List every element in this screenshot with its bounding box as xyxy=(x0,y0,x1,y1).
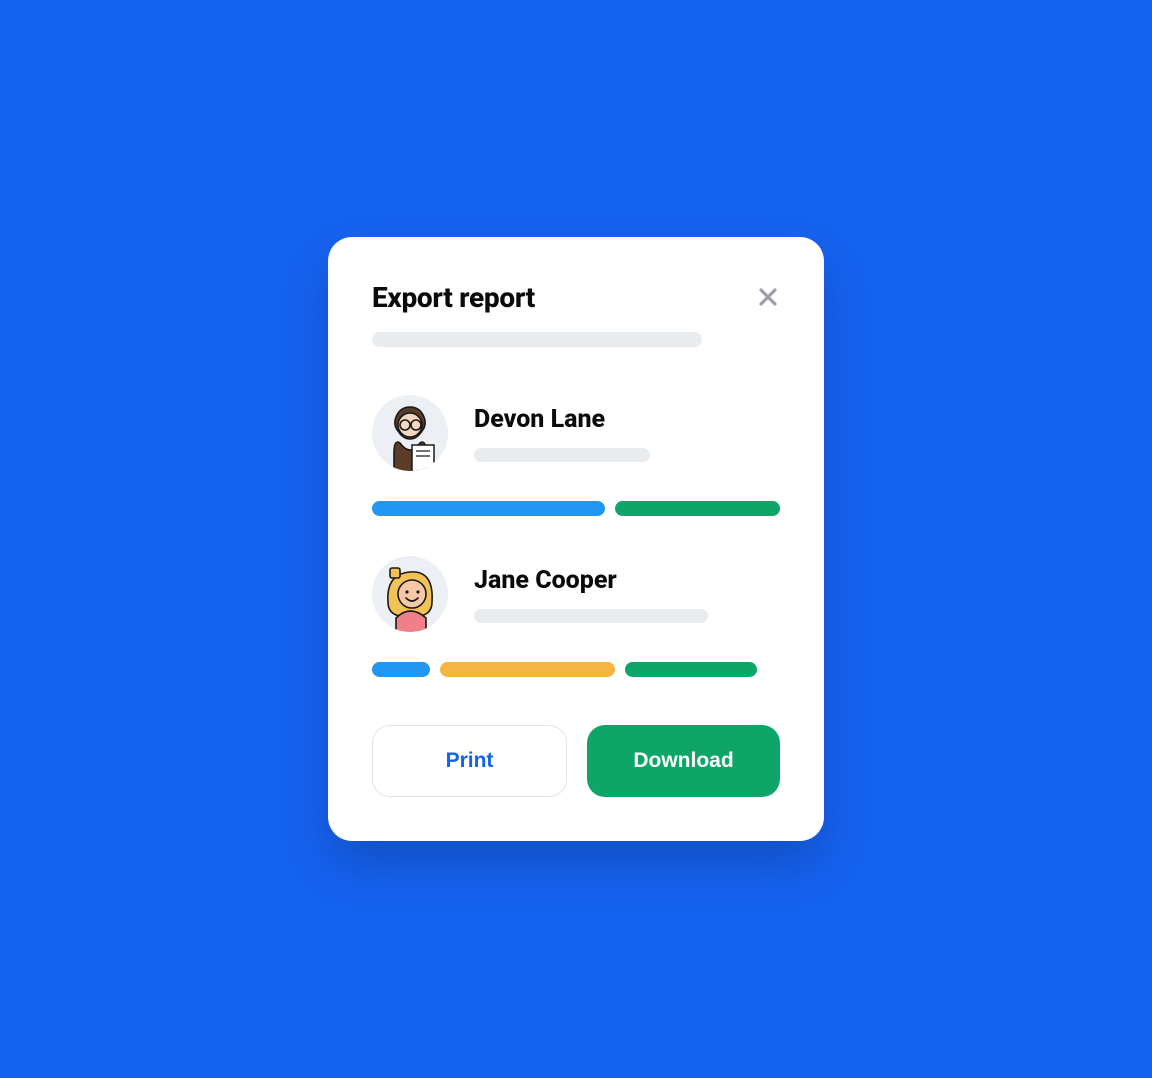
progress-bars xyxy=(372,662,780,677)
user-subtitle-placeholder xyxy=(474,448,650,462)
modal-header: Export report xyxy=(372,281,780,314)
avatar-jane xyxy=(372,556,448,632)
user-row: Devon Lane xyxy=(372,395,780,471)
progress-bars xyxy=(372,501,780,516)
download-button[interactable]: Download xyxy=(587,725,780,797)
subtitle-placeholder xyxy=(372,332,702,347)
progress-segment xyxy=(440,662,615,677)
user-name: Devon Lane xyxy=(474,405,650,434)
user-block-jane: Jane Cooper xyxy=(372,556,780,677)
avatar-devon xyxy=(372,395,448,471)
progress-segment xyxy=(372,501,605,516)
user-text: Jane Cooper xyxy=(474,566,708,623)
user-name: Jane Cooper xyxy=(474,566,708,595)
avatar-illustration-icon xyxy=(372,395,448,471)
print-button[interactable]: Print xyxy=(372,725,567,797)
user-text: Devon Lane xyxy=(474,405,650,462)
user-subtitle-placeholder xyxy=(474,609,708,623)
modal-actions: Print Download xyxy=(372,725,780,797)
progress-segment xyxy=(625,662,757,677)
progress-segment xyxy=(615,501,780,516)
progress-segment xyxy=(372,662,430,677)
modal-title: Export report xyxy=(372,281,535,314)
close-icon xyxy=(756,285,780,309)
export-report-modal: Export report xyxy=(328,237,824,841)
user-row: Jane Cooper xyxy=(372,556,780,632)
avatar-illustration-icon xyxy=(372,556,448,632)
close-button[interactable] xyxy=(756,285,780,309)
user-block-devon: Devon Lane xyxy=(372,395,780,516)
